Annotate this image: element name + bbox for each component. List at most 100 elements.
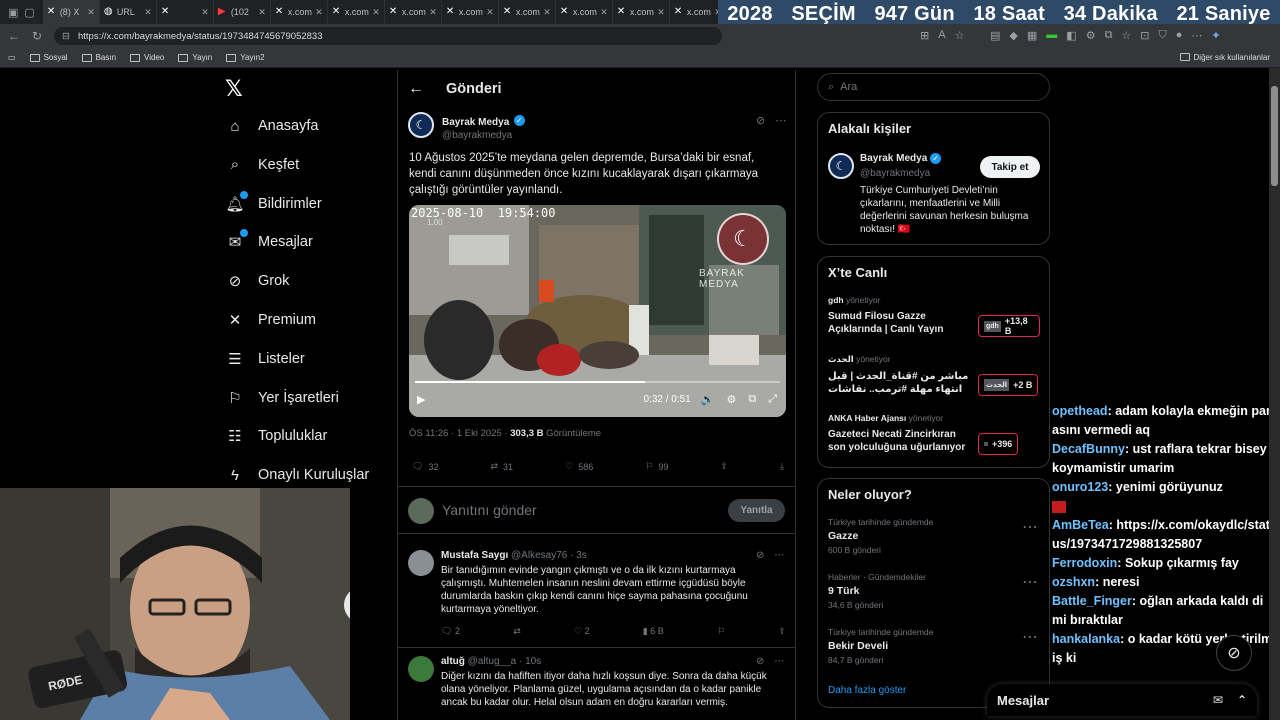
favorite-star-icon[interactable]: ☆: [955, 29, 965, 42]
bookmark-folder[interactable]: Video: [130, 53, 164, 62]
grok-icon[interactable]: ⊘: [756, 656, 764, 667]
live-count-badge[interactable]: +396: [978, 433, 1019, 455]
other-favorites[interactable]: Diğer sık kullanılanlar: [1179, 53, 1270, 62]
reply-author-handle[interactable]: @Alkesay76 · 3s: [511, 550, 587, 561]
browser-tab[interactable]: ✕x.com✕: [613, 0, 670, 24]
close-icon[interactable]: ✕: [657, 7, 665, 18]
close-icon[interactable]: ✕: [372, 7, 380, 18]
collections-icon[interactable]: ⊡: [1140, 29, 1149, 42]
pip-icon[interactable]: ⧉: [748, 393, 756, 406]
url-field[interactable]: ⊟ https://x.com/bayrakmedya/status/19734…: [54, 27, 722, 45]
reply-button[interactable]: 🗨 2: [441, 626, 460, 637]
avatar[interactable]: ☾: [408, 112, 434, 138]
messages-drawer[interactable]: Mesajlar ✉ ⌃: [987, 684, 1257, 716]
show-more-link[interactable]: Daha fazla göster: [828, 685, 906, 696]
trend-item[interactable]: Haberler · Gündemdekiler 9 Türk 34,6 B gön…: [828, 572, 1040, 620]
like-button[interactable]: ♡ 586: [565, 461, 593, 472]
author-handle[interactable]: @bayrakmedya: [442, 130, 525, 141]
extension-icon[interactable]: ▦: [1027, 29, 1037, 42]
settings-icon[interactable]: ⚙: [726, 393, 736, 406]
sidebar-item-bildirimler[interactable]: 🔔︎ Bildirimler: [225, 190, 322, 213]
translate-icon[interactable]: ⊞: [920, 29, 929, 42]
close-icon[interactable]: ✕: [429, 7, 437, 18]
sidebar-item-mesajlar[interactable]: ✉ Mesajlar: [226, 229, 313, 251]
menu-dots-icon[interactable]: ⋯: [1191, 29, 1202, 42]
browser-tab[interactable]: ✕ (8) X ✕: [42, 0, 100, 24]
close-icon[interactable]: ✕: [87, 7, 95, 18]
sidebar-item-premium[interactable]: ✕ Premium: [226, 311, 316, 329]
bookmarks-apps-icon[interactable]: ▭: [8, 53, 16, 62]
bookmark-folder[interactable]: Yayın2: [226, 53, 265, 62]
author-name[interactable]: Bayrak Medya: [442, 117, 509, 128]
browser-tab[interactable]: ◍ URL ✕: [100, 0, 157, 24]
extension-icon[interactable]: ◧: [1066, 29, 1076, 42]
bookmark-icon[interactable]: ⚐: [717, 626, 725, 637]
reply-submit-button[interactable]: Yanıtla: [728, 499, 785, 522]
bookmark-folder[interactable]: Yayın: [178, 53, 212, 62]
bookmark-folder[interactable]: Sosyal: [29, 53, 68, 62]
post-author[interactable]: ☾ Bayrak Medya ✓ @bayrakmedya: [408, 112, 525, 141]
browser-tab[interactable]: ✕x.com✕: [328, 0, 385, 24]
close-icon[interactable]: ✕: [258, 7, 266, 18]
related-name[interactable]: Bayrak Medya: [860, 153, 927, 164]
volume-icon[interactable]: 🔈: [701, 393, 715, 406]
download-button[interactable]: ⤓: [780, 461, 784, 472]
like-button[interactable]: ♡ 2: [574, 626, 590, 637]
grok-icon[interactable]: ⊘: [756, 114, 765, 127]
reply-button[interactable]: 🗨 32: [412, 461, 438, 472]
live-count-badge[interactable]: gdh +13,8 B: [978, 315, 1040, 337]
avatar[interactable]: [408, 550, 434, 576]
scrollbar[interactable]: [1269, 68, 1280, 720]
bookmark-button[interactable]: ⚐ 99: [645, 461, 668, 472]
extension-icon[interactable]: ◆: [1009, 29, 1017, 42]
live-item[interactable]: gdh yönetiyor Sumud Filosu Gazze Açıkları…: [828, 295, 1040, 347]
workspaces-icon[interactable]: ▣: [8, 6, 18, 19]
split-screen-icon[interactable]: ⧉: [1105, 29, 1113, 42]
more-icon[interactable]: ⋯: [775, 114, 786, 127]
grok-icon[interactable]: ⊘: [756, 550, 764, 561]
more-icon[interactable]: ⋯: [1022, 627, 1038, 647]
scrollbar-thumb[interactable]: [1271, 86, 1278, 186]
bookmark-folder[interactable]: Basın: [81, 53, 116, 62]
post-time[interactable]: ÖS 11:26 · 1 Eki 2025 ·: [409, 428, 510, 439]
trend-item[interactable]: Türkiye tarihinde gündemde Bekir Develi 84…: [828, 627, 1040, 675]
related-handle[interactable]: @bayrakmedya: [860, 168, 930, 179]
close-icon[interactable]: ✕: [486, 7, 494, 18]
new-message-icon[interactable]: ✉: [1213, 693, 1223, 707]
site-info-icon[interactable]: ⊟: [62, 31, 70, 42]
more-icon[interactable]: ⋯: [774, 550, 784, 561]
video-progress-track[interactable]: [415, 381, 780, 383]
reply-author-name[interactable]: Mustafa Saygı: [441, 550, 508, 561]
close-icon[interactable]: ✕: [600, 7, 608, 18]
close-icon[interactable]: ✕: [144, 7, 152, 18]
sidebar-item-topluluklar[interactable]: ☷ Topluluklar: [226, 427, 327, 445]
live-item[interactable]: ANKA Haber Ajansı yönetiyor Gazeteci Neca…: [828, 413, 1040, 465]
reply-author-handle[interactable]: @altug__a · 10s: [468, 656, 542, 667]
trend-item[interactable]: Türkiye tarihinde gündemde Gazze 600 B gön…: [828, 517, 1040, 565]
profile-avatar[interactable]: ●: [1176, 29, 1183, 42]
browser-tab[interactable]: ✕x.com✕: [442, 0, 499, 24]
x-logo-icon[interactable]: 𝕏: [225, 76, 243, 102]
tab-actions-icon[interactable]: ▢: [24, 6, 34, 19]
close-icon[interactable]: ✕: [201, 7, 209, 18]
live-item[interactable]: الحدث yönetiyor مباشر من #قناة_الحدث | قب…: [828, 354, 1040, 406]
more-icon[interactable]: ⋯: [1022, 517, 1038, 537]
sidebar-item-anasayfa[interactable]: ⌂ Anasayfa: [226, 117, 318, 135]
repost-button[interactable]: ⇄ 31: [491, 461, 514, 472]
share-button[interactable]: ⇪: [720, 461, 728, 472]
sidebar-item-grok[interactable]: ⊘ Grok: [226, 272, 290, 290]
more-icon[interactable]: ⋯: [774, 656, 784, 667]
collapse-icon[interactable]: ⌃: [1237, 693, 1247, 707]
share-icon[interactable]: ⇪: [778, 626, 786, 637]
reload-icon[interactable]: ↻: [32, 29, 42, 43]
live-count-badge[interactable]: الحدث +2 B: [978, 374, 1039, 396]
video-player[interactable]: 2025-08-10 19:54:00 1.00 ☾ BAYRAK MEDYA …: [409, 205, 786, 417]
back-icon[interactable]: ←: [8, 29, 20, 43]
browser-tab[interactable]: ✕ ✕: [157, 0, 214, 24]
reply-input[interactable]: Yanıtını gönder: [442, 502, 537, 518]
close-icon[interactable]: ✕: [315, 7, 323, 18]
list-item[interactable]: altuğ @altug__a · 10s ⊘ ⋯ Diğer kızını da…: [398, 650, 795, 720]
views-button[interactable]: ▮ 6 B: [643, 626, 664, 637]
avatar[interactable]: ☾: [828, 153, 854, 179]
read-aloud-icon[interactable]: A: [938, 29, 945, 42]
